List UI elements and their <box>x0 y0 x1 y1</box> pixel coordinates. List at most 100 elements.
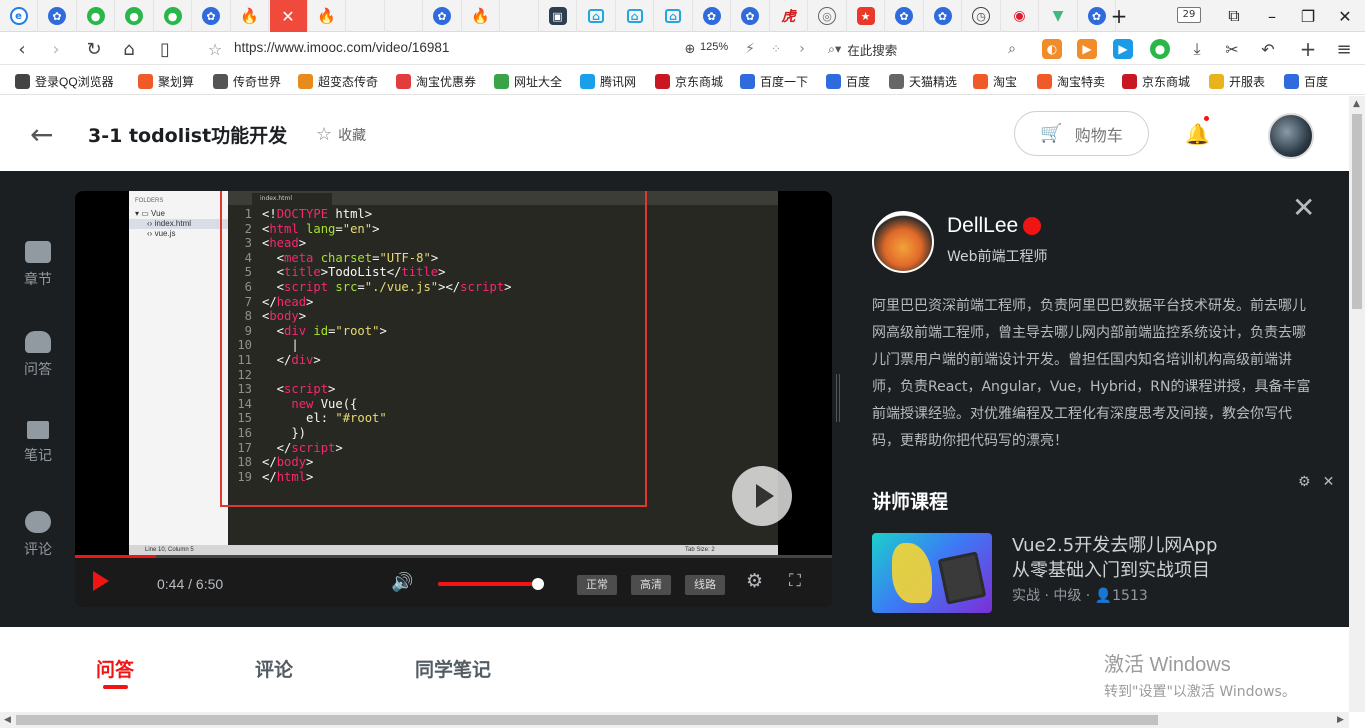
browser-tab[interactable]: ✿ <box>424 0 462 32</box>
browser-tab[interactable]: 虎 <box>770 0 808 32</box>
home-icon[interactable]: ⌂ <box>117 37 141 61</box>
browser-tab[interactable]: ✕ <box>269 0 308 32</box>
vertical-scrollbar[interactable]: ▲ <box>1349 96 1365 712</box>
quality-normal-button[interactable]: 正常 <box>577 575 617 595</box>
browser-tab[interactable]: ✿ <box>924 0 962 32</box>
bookmark-item[interactable]: 百度一下 <box>740 71 808 91</box>
bookmark-item[interactable]: 京东商城 <box>655 71 723 91</box>
horizontal-scrollbar[interactable]: ◀ ▶ <box>0 712 1349 728</box>
tab-comments[interactable]: 评论 <box>255 655 293 682</box>
quality-hd-button[interactable]: 高清 <box>631 575 671 595</box>
teacher-name[interactable]: DellLee <box>947 214 1018 238</box>
browser-tab[interactable]: ◉ <box>1001 0 1039 32</box>
tab-count[interactable]: 29 <box>1177 7 1201 23</box>
browser-tab[interactable]: ◷ <box>963 0 1001 32</box>
reader-icon[interactable]: ▯ <box>153 37 177 61</box>
volume-knob[interactable] <box>532 578 544 590</box>
browser-tab[interactable]: ⟲ <box>347 0 726 192</box>
search-submit-icon[interactable]: ⌕ <box>1008 41 1016 57</box>
browser-tab[interactable]: ● <box>116 0 154 32</box>
browser-tab[interactable]: 🔥 <box>231 0 269 32</box>
browser-tab[interactable]: ⟲ <box>385 0 765 192</box>
minimize-icon[interactable]: – <box>1260 4 1284 28</box>
new-tab-icon[interactable]: + <box>1296 37 1320 61</box>
browser-tab[interactable]: ▼ <box>1040 0 1078 32</box>
close-icon[interactable]: ✕ <box>1292 191 1315 224</box>
side-nav-comment[interactable]: 评论 <box>12 511 64 559</box>
download-icon[interactable]: ⤓ <box>1185 37 1209 61</box>
undo-icon[interactable]: ↶ <box>1256 37 1280 61</box>
cart-button[interactable]: 🛒 购物车 <box>1014 111 1149 156</box>
bookmark-item[interactable]: 网址大全 <box>494 71 562 91</box>
browser-tab[interactable]: ⌂ <box>616 0 654 32</box>
side-nav-chapter[interactable]: 章节 <box>12 241 64 289</box>
bookmark-item[interactable]: 登录QQ浏览器 <box>15 71 114 91</box>
forward-icon[interactable]: › <box>44 37 68 61</box>
bookmark-item[interactable]: 淘宝特卖 <box>1037 71 1105 91</box>
bookmark-star-icon[interactable]: ☆ <box>203 37 227 61</box>
scroll-up-icon[interactable]: ▲ <box>1353 99 1360 109</box>
close-small-icon[interactable]: ✕ <box>1323 474 1335 490</box>
search-input[interactable]: 在此搜索 <box>847 40 897 59</box>
restore-tab-icon[interactable]: ⧉ <box>1222 4 1246 28</box>
browser-tab[interactable]: ✿ <box>693 0 731 32</box>
browser-tab[interactable]: ● <box>77 0 115 32</box>
browser-tab[interactable]: 🔥 <box>462 0 500 32</box>
bookmark-item[interactable]: 传奇世界 <box>213 71 281 91</box>
bookmark-item[interactable]: 聚划算 <box>138 71 194 91</box>
browser-tab[interactable]: ▣ <box>539 0 577 32</box>
bookmark-item[interactable]: 淘宝优惠券 <box>396 71 476 91</box>
search-box[interactable]: ⌕▾ 在此搜索 ⌕ <box>828 37 1020 61</box>
address-bar[interactable]: https://www.imooc.com/video/16981 <box>234 40 449 55</box>
browser-tab[interactable]: ● <box>154 0 192 32</box>
volume-icon[interactable]: 🔊 <box>391 572 413 593</box>
wechat-tool-icon[interactable]: ● <box>1150 39 1170 59</box>
fullscreen-icon[interactable]: ⛶ <box>789 571 801 591</box>
scroll-left-icon[interactable]: ◀ <box>4 715 11 725</box>
bookmark-item[interactable]: 百度 <box>826 71 870 91</box>
course-title[interactable]: Vue2.5开发去哪儿网App 从零基础入门到实战项目 <box>1012 533 1332 583</box>
scissors-icon[interactable]: ✂ <box>1220 37 1244 61</box>
bookmark-item[interactable]: 腾讯网 <box>580 71 636 91</box>
settings-gear-icon[interactable]: ⚙ <box>746 570 763 592</box>
refresh-icon[interactable]: ↻ <box>82 37 106 61</box>
lightning-icon[interactable]: ⚡ <box>738 37 762 61</box>
browser-tab[interactable]: ✿ <box>39 0 77 32</box>
browser-tab[interactable]: e <box>0 0 38 32</box>
route-button[interactable]: 线路 <box>685 575 725 595</box>
game-icon[interactable]: ◐ <box>1042 39 1062 59</box>
avatar[interactable] <box>1268 113 1314 159</box>
side-nav-qa[interactable]: 问答 <box>12 331 64 379</box>
side-nav-note[interactable]: 笔记 <box>12 421 64 465</box>
bookmark-item[interactable]: 百度 <box>1284 71 1328 91</box>
bookmark-item[interactable]: 京东商城 <box>1122 71 1190 91</box>
bookmark-item[interactable]: 淘宝 <box>973 71 1017 91</box>
player-icon[interactable]: ▶ <box>1113 39 1133 59</box>
window-close-icon[interactable]: ✕ <box>1333 4 1357 28</box>
course-thumbnail[interactable] <box>872 533 992 613</box>
back-icon[interactable]: ‹ <box>10 37 34 61</box>
settings-small-icon[interactable]: ⚙ <box>1298 474 1311 490</box>
zoom-level[interactable]: 125% <box>700 41 728 53</box>
browser-tab[interactable]: あ <box>501 0 882 192</box>
bookmark-item[interactable]: 天猫精选 <box>889 71 957 91</box>
bookmark-item[interactable]: 开服表 <box>1209 71 1265 91</box>
scroll-right-icon[interactable]: ▶ <box>1337 715 1344 725</box>
bookmark-item[interactable]: 超变态传奇 <box>298 71 378 91</box>
video-icon[interactable]: ▶ <box>1077 39 1097 59</box>
back-arrow-icon[interactable]: ← <box>30 118 53 151</box>
browser-tab[interactable]: ⌂ <box>655 0 693 32</box>
browser-tab[interactable]: ✿ <box>732 0 770 32</box>
browser-tab[interactable]: ◎ <box>809 0 847 32</box>
big-play-button[interactable] <box>732 466 792 526</box>
teacher-avatar[interactable] <box>872 211 934 273</box>
maximize-icon[interactable]: ❐ <box>1296 4 1320 28</box>
volume-slider[interactable] <box>438 578 544 590</box>
chevron-right-icon[interactable]: › <box>790 37 814 61</box>
tab-classmate-notes[interactable]: 同学笔记 <box>415 655 491 682</box>
browser-tab[interactable]: ✿ <box>886 0 924 32</box>
favorite-button[interactable]: ☆ 收藏 <box>316 124 366 145</box>
horizontal-scroll-thumb[interactable] <box>16 715 1158 725</box>
browser-tab[interactable]: ✿ <box>193 0 231 32</box>
browser-tab[interactable]: ⌂ <box>578 0 616 32</box>
